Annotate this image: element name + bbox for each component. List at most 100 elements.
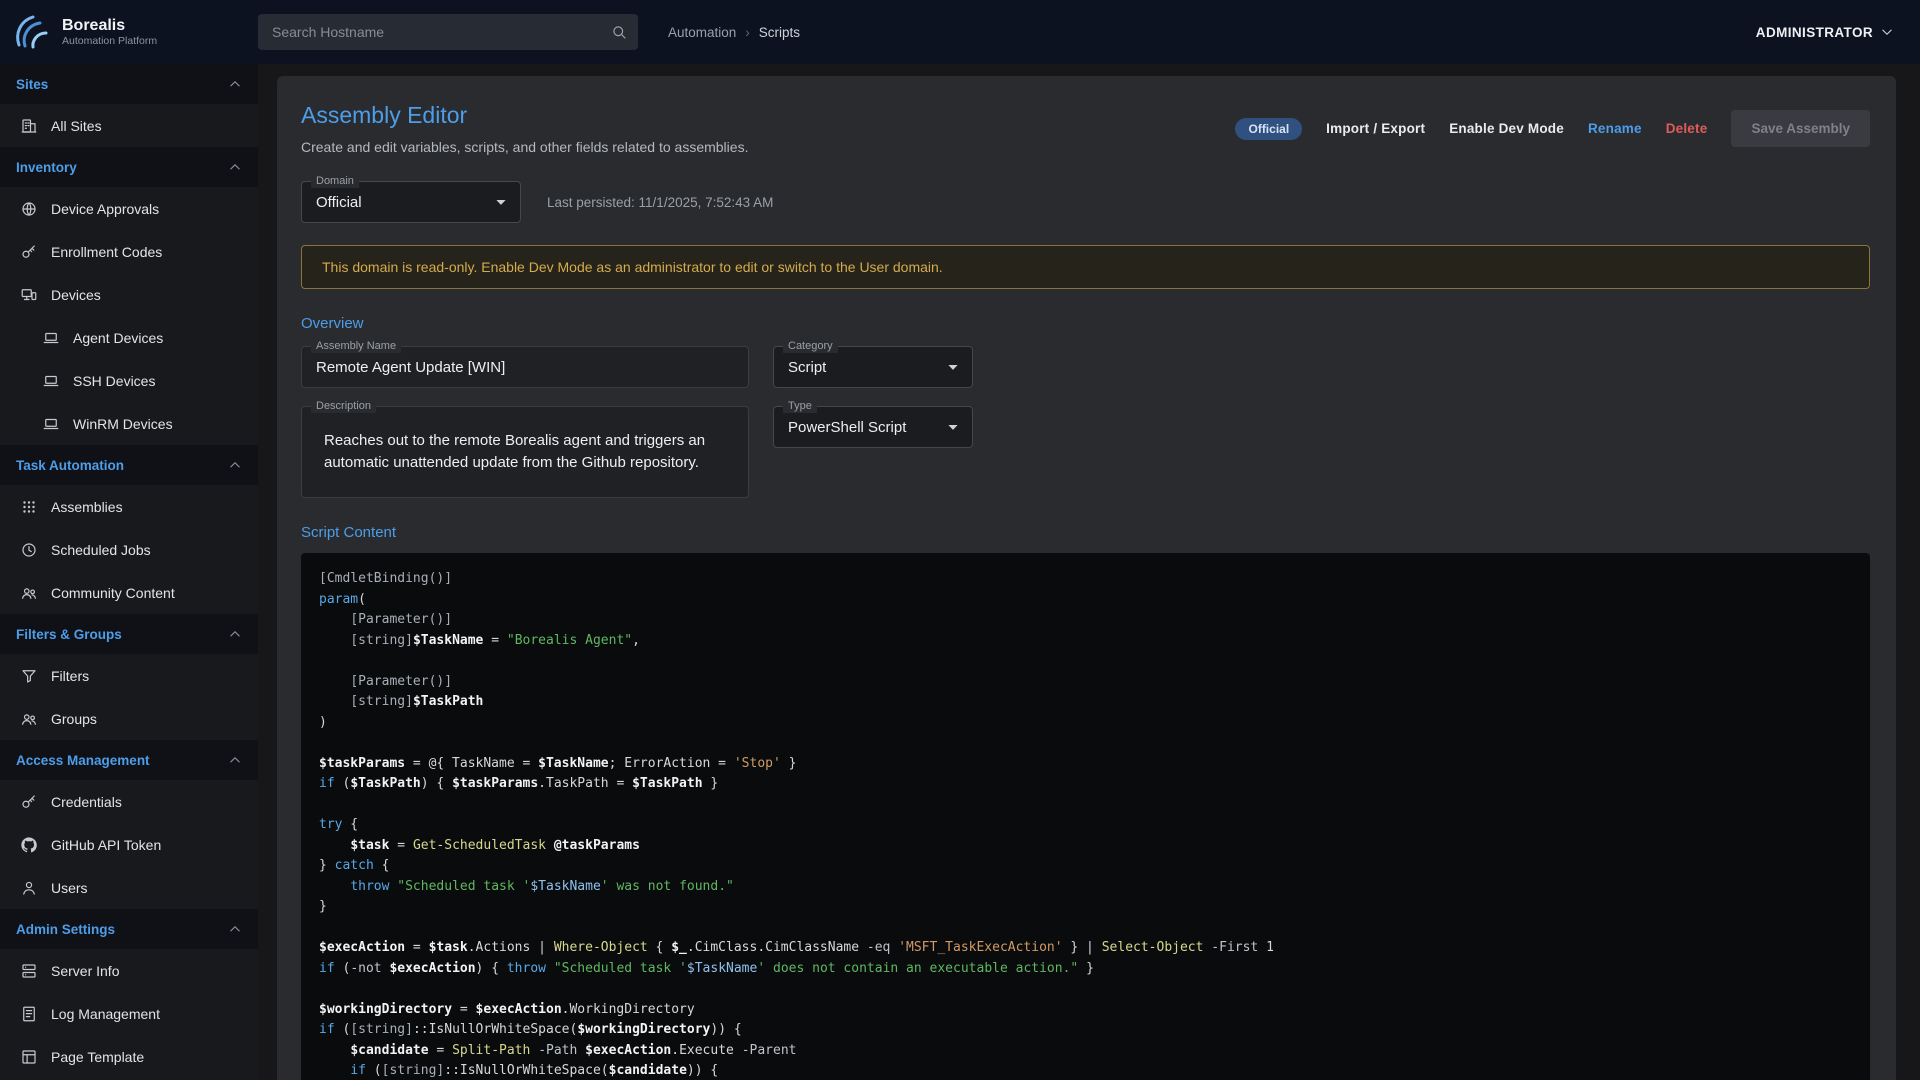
rename-button[interactable]: Rename <box>1588 121 1642 136</box>
sidebar-nav: Sites All Sites Inventory Device Approvals E… <box>0 64 258 1078</box>
chevron-up-icon <box>226 456 244 474</box>
sidebar-item-label: Groups <box>51 711 97 727</box>
sidebar-section-access-management[interactable]: Access Management <box>0 740 258 780</box>
enable-dev-mode-button[interactable]: Enable Dev Mode <box>1449 121 1564 136</box>
sidebar-item-winrm-devices[interactable]: WinRM Devices <box>0 402 258 445</box>
code-line <box>319 733 1852 754</box>
domain-label: Domain <box>311 174 359 188</box>
sidebar-item-devices[interactable]: Devices <box>0 273 258 316</box>
main-content: Assembly Editor Create and edit variable… <box>258 64 1920 1080</box>
breadcrumb: Automation › Scripts <box>668 25 800 40</box>
panel-actions: Official Import / Export Enable Dev Mode… <box>1235 110 1870 147</box>
borealis-logo-icon <box>12 12 52 52</box>
sidebar-section-inventory[interactable]: Inventory <box>0 147 258 187</box>
sidebar-item-agent-devices[interactable]: Agent Devices <box>0 316 258 359</box>
sidebar-item-label: Filters <box>51 668 89 684</box>
sidebar-item-label: Device Approvals <box>51 201 159 217</box>
assembly-name-label: Assembly Name <box>311 339 401 353</box>
laptop-icon <box>42 372 60 390</box>
search-input[interactable] <box>272 24 610 40</box>
sidebar-section-task-automation[interactable]: Task Automation <box>0 445 258 485</box>
breadcrumb-item-automation[interactable]: Automation <box>668 25 736 40</box>
sidebar-section-filters-groups[interactable]: Filters & Groups <box>0 614 258 654</box>
official-badge: Official <box>1235 118 1302 140</box>
chevron-down-icon <box>1878 23 1896 41</box>
code-editor[interactable]: [CmdletBinding()]param( [Parameter()] [s… <box>301 553 1870 1080</box>
key-icon <box>20 793 38 811</box>
sidebar-item-server-info[interactable]: Server Info <box>0 949 258 992</box>
user-menu[interactable]: ADMINISTRATOR <box>1756 23 1896 41</box>
sidebar-section-label: Task Automation <box>16 458 124 473</box>
chevron-up-icon <box>226 158 244 176</box>
code-line <box>319 651 1852 672</box>
sidebar-item-credentials[interactable]: Credentials <box>0 780 258 823</box>
sidebar-item-assemblies[interactable]: Assemblies <box>0 485 258 528</box>
caret-down-icon <box>942 356 964 378</box>
chevron-up-icon <box>226 751 244 769</box>
sidebar-item-users[interactable]: Users <box>0 866 258 909</box>
sidebar-section-label: Sites <box>16 77 48 92</box>
search-icon <box>610 23 628 41</box>
page-subtitle: Create and edit variables, scripts, and … <box>301 139 748 155</box>
search-box[interactable] <box>258 14 638 50</box>
category-select[interactable]: Category Script <box>773 346 973 388</box>
code-line: ) <box>319 713 1852 734</box>
sidebar-item-groups[interactable]: Groups <box>0 697 258 740</box>
sidebar-item-label: All Sites <box>51 118 102 134</box>
sidebar-item-label: Users <box>51 880 88 896</box>
sidebar-item-page-template[interactable]: Page Template <box>0 1035 258 1078</box>
sidebar-item-filters[interactable]: Filters <box>0 654 258 697</box>
caret-down-icon <box>490 191 512 213</box>
sidebar-item-scheduled-jobs[interactable]: Scheduled Jobs <box>0 528 258 571</box>
code-line: if (-not $execAction) { throw "Scheduled… <box>319 959 1852 980</box>
code-line <box>319 979 1852 1000</box>
description-label: Description <box>311 399 376 413</box>
code-line: param( <box>319 590 1852 611</box>
building-icon <box>20 117 38 135</box>
brand-text: Borealis Automation Platform <box>62 17 157 47</box>
sidebar-item-device-approvals[interactable]: Device Approvals <box>0 187 258 230</box>
last-persisted: Last persisted: 11/1/2025, 7:52:43 AM <box>547 195 773 210</box>
sidebar-section-admin-settings[interactable]: Admin Settings <box>0 909 258 949</box>
laptop-icon <box>42 329 60 347</box>
script-content-label: Script Content <box>301 524 1870 541</box>
code-line: if ($TaskPath) { $taskParams.TaskPath = … <box>319 774 1852 795</box>
globe-icon <box>20 200 38 218</box>
type-label: Type <box>783 399 817 413</box>
domain-select[interactable]: Domain Official <box>301 181 521 223</box>
sidebar-section-sites[interactable]: Sites <box>0 64 258 104</box>
code-line: [string]$TaskName = "Borealis Agent", <box>319 631 1852 652</box>
sidebar-item-ssh-devices[interactable]: SSH Devices <box>0 359 258 402</box>
brand[interactable]: Borealis Automation Platform <box>0 12 258 52</box>
log-icon <box>20 1005 38 1023</box>
sidebar-item-label: Devices <box>51 287 101 303</box>
import-export-button[interactable]: Import / Export <box>1326 121 1425 136</box>
description-field[interactable]: Description Reaches out to the remote Bo… <box>301 406 749 498</box>
code-line: $task = Get-ScheduledTask @taskParams <box>319 836 1852 857</box>
code-line: if ([string]::IsNullOrWhiteSpace($workin… <box>319 1020 1852 1041</box>
sidebar-item-enrollment-codes[interactable]: Enrollment Codes <box>0 230 258 273</box>
sidebar-item-label: Enrollment Codes <box>51 244 162 260</box>
save-assembly-button[interactable]: Save Assembly <box>1731 110 1870 147</box>
assembly-name-field[interactable]: Assembly Name Remote Agent Update [WIN] <box>301 346 749 388</box>
sidebar-item-all-sites[interactable]: All Sites <box>0 104 258 147</box>
domain-value: Official <box>316 194 362 211</box>
sidebar-item-github-api-token[interactable]: GitHub API Token <box>0 823 258 866</box>
code-line: } <box>319 897 1852 918</box>
page-title: Assembly Editor <box>301 102 748 129</box>
sidebar-item-label: SSH Devices <box>73 373 155 389</box>
sidebar-item-community-content[interactable]: Community Content <box>0 571 258 614</box>
page-icon <box>20 1048 38 1066</box>
type-select[interactable]: Type PowerShell Script <box>773 406 973 448</box>
grid-icon <box>20 498 38 516</box>
breadcrumb-item-scripts[interactable]: Scripts <box>759 25 800 40</box>
code-line: $workingDirectory = $execAction.WorkingD… <box>319 1000 1852 1021</box>
person-icon <box>20 879 38 897</box>
overview-label: Overview <box>301 315 1870 332</box>
sidebar-item-label: Credentials <box>51 794 122 810</box>
category-label: Category <box>783 339 838 353</box>
delete-button[interactable]: Delete <box>1666 121 1708 136</box>
code-line: if ([string]::IsNullOrWhiteSpace($candid… <box>319 1061 1852 1080</box>
caret-down-icon <box>942 416 964 438</box>
sidebar-item-log-management[interactable]: Log Management <box>0 992 258 1035</box>
